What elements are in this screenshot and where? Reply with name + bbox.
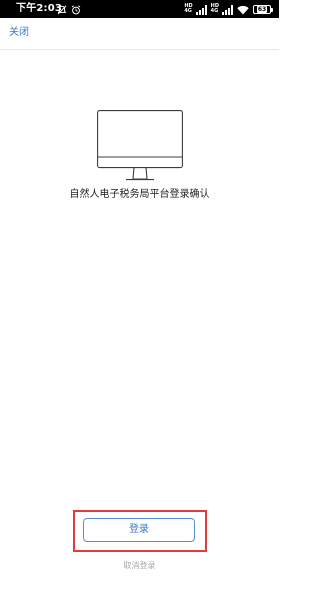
status-left-icons [57,3,81,15]
signal-icon [195,0,207,19]
alarm-icon [71,0,81,19]
wifi-icon [237,0,249,19]
battery-level: 63 [256,5,268,13]
cancel-login-button[interactable]: 取消登录 [0,561,279,571]
close-button[interactable]: 关闭 [9,27,29,39]
computer-monitor-icon [97,110,183,182]
header-bar: 关闭 [0,18,279,50]
login-button[interactable]: 登录 [83,518,195,542]
signal-icon [222,0,233,19]
signal-type-label: HD 4G [184,3,193,14]
muted-icon [57,0,67,19]
login-confirm-message: 自然人电子税务局平台登录确认 [69,189,210,200]
status-right-icons: HD 4G HD 4G 63 [184,3,273,15]
battery-icon: 63 [253,4,273,14]
signal-type-label: HD 4G [210,3,219,14]
status-time: 下午2:03 [16,3,63,14]
status-bar: 下午2:03 HD 4G HD 4G 63 [0,0,279,18]
